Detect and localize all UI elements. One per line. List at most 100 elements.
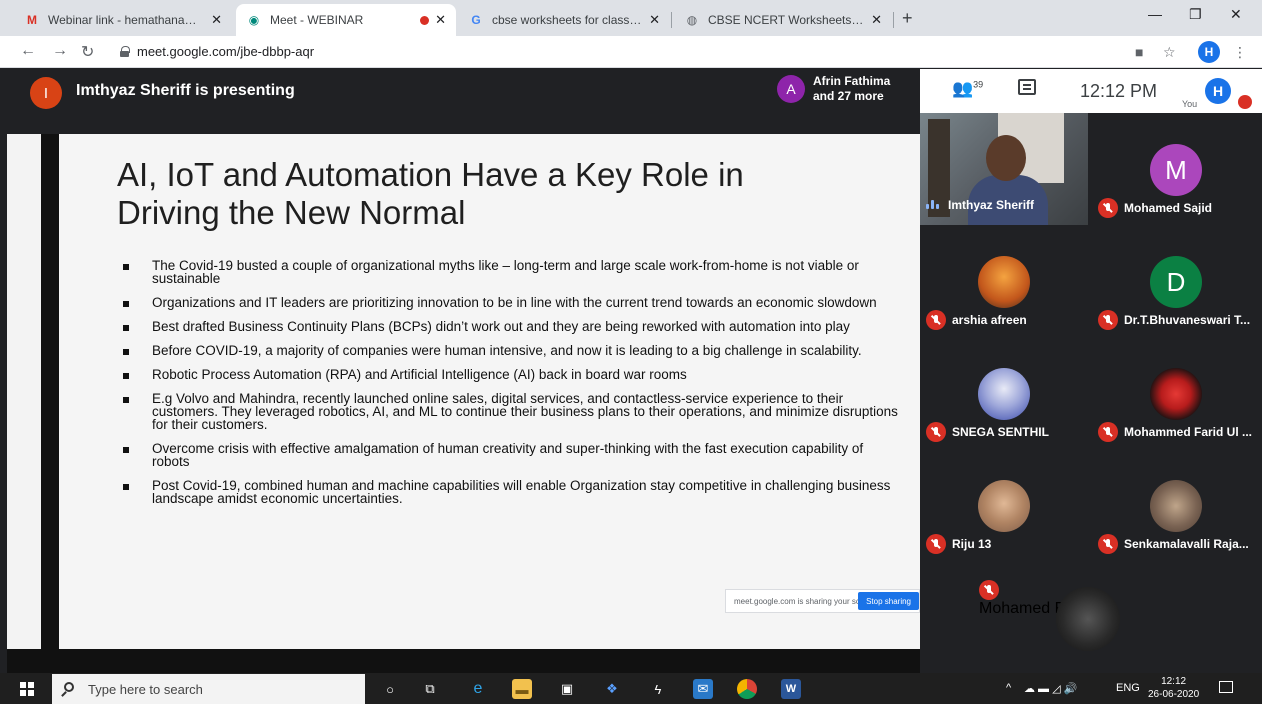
chat-icon[interactable] — [1018, 79, 1036, 95]
minimize-button[interactable]: — — [1148, 6, 1162, 22]
language-indicator[interactable]: ENG — [1116, 682, 1140, 694]
participant-label: Imthyaz Sheriff — [926, 198, 1034, 212]
tab-title: CBSE NCERT Worksheets for Clas — [708, 13, 865, 27]
bullet-item: Overcome crisis with effective amalgamat… — [114, 442, 904, 468]
clock-time: 12:12 — [1161, 676, 1187, 687]
mail-icon[interactable]: ✉ — [693, 679, 713, 699]
cam-head — [986, 135, 1026, 181]
profile-avatar[interactable]: H — [1198, 41, 1220, 63]
participant-tile[interactable]: Senkamalavalli Raja... — [1092, 449, 1260, 561]
bookmark-star-icon[interactable]: ☆ — [1163, 44, 1176, 61]
close-icon[interactable]: ✕ — [871, 12, 882, 28]
participant-tile[interactable]: Mohamed Fazil — [979, 580, 1199, 673]
participant-photo — [1056, 587, 1120, 651]
participant-photo — [1150, 480, 1202, 532]
mic-off-icon — [1098, 422, 1118, 442]
sharing-notice-text: meet.google.com is sharing your screen. — [734, 596, 879, 606]
joiner-more: and 27 more — [813, 89, 884, 103]
recording-icon — [420, 15, 430, 25]
tab-separator — [671, 12, 672, 28]
bullet-item: Organizations and IT leaders are priorit… — [114, 296, 904, 309]
participant-tile[interactable]: Imthyaz Sheriff — [920, 113, 1088, 225]
clock-date: 26-06-2020 — [1148, 689, 1200, 700]
web-icon: ◍ — [686, 13, 698, 27]
participant-avatar: D — [1150, 256, 1202, 308]
close-icon[interactable]: ✕ — [211, 12, 222, 28]
dropbox-icon[interactable]: ❖ — [602, 679, 622, 699]
gmail-icon: M — [27, 13, 37, 27]
word-icon[interactable]: W — [781, 679, 801, 699]
url-text: meet.google.com/jbe-dbbp-aqr — [137, 44, 315, 59]
participant-label: Riju 13 — [926, 534, 991, 554]
bullet-item: The Covid-19 busted a couple of organiza… — [114, 259, 904, 285]
file-explorer-icon[interactable]: ▬ — [512, 679, 532, 699]
participant-label: arshia afreen — [926, 310, 1027, 330]
close-icon[interactable]: ✕ — [435, 12, 446, 28]
camera-icon[interactable]: ■ — [1135, 44, 1143, 60]
address-bar-row: ← → ↻ meet.google.com/jbe-dbbp-aqr ■ ☆ ⋮ — [0, 36, 1262, 68]
lock-icon — [120, 46, 130, 57]
joiner-name: Afrin Fathima — [813, 74, 891, 88]
store-icon[interactable]: ▣ — [557, 679, 577, 699]
new-tab-button[interactable]: + — [902, 8, 913, 29]
app-icon[interactable]: ϟ — [648, 679, 668, 699]
system-clock[interactable]: 12:12 26-06-2020 — [1148, 675, 1199, 701]
participant-label: Dr.T.Bhuvaneswari T... — [1098, 310, 1250, 330]
stop-sharing-button[interactable]: Stop sharing — [858, 592, 919, 610]
participant-tile[interactable]: Mohammed Farid Ul ... — [1092, 337, 1260, 449]
joiners-notice[interactable]: A Afrin Fathima and 27 more — [777, 74, 890, 104]
mic-off-icon — [926, 534, 946, 554]
reload-button[interactable]: ↻ — [81, 42, 94, 62]
back-button[interactable]: ← — [20, 42, 36, 60]
participant-tile[interactable]: SNEGA SENTHIL — [920, 337, 1088, 449]
windows-taskbar: Type here to search ○ ⧉ e ▬ ▣ ❖ ϟ ✉ W ^ … — [0, 673, 1262, 704]
people-icon: 👥 — [952, 79, 974, 98]
sharing-notice: meet.google.com is sharing your screen. … — [725, 589, 920, 613]
people-button[interactable]: 👥39 — [952, 79, 983, 99]
show-hidden-icons[interactable]: ^ — [1006, 682, 1011, 694]
participant-tile[interactable]: D Dr.T.Bhuvaneswari T... — [1092, 225, 1260, 337]
self-avatar[interactable]: H — [1205, 78, 1231, 104]
mic-off-icon — [926, 310, 946, 330]
screen: M Webinar link - hemathanam@gm ✕ ◉ Meet … — [0, 0, 1262, 704]
participant-tile[interactable]: Riju 13 — [920, 449, 1088, 561]
chrome-icon[interactable] — [737, 679, 757, 699]
presenter-avatar: I — [30, 77, 62, 109]
cortana-icon[interactable]: ○ — [380, 679, 400, 699]
participant-avatar: M — [1150, 144, 1202, 196]
participant-tile[interactable]: arshia afreen — [920, 225, 1088, 337]
edge-icon[interactable]: e — [468, 679, 488, 699]
url-field[interactable]: meet.google.com/jbe-dbbp-aqr — [120, 44, 314, 59]
tab-gmail[interactable]: M Webinar link - hemathanam@gm ✕ — [14, 4, 232, 36]
task-view-icon[interactable]: ⧉ — [420, 679, 440, 699]
tray-icons[interactable]: ☁ ▬ ◿ 🔊 — [1024, 682, 1077, 695]
meeting-time: 12:12 PM — [1080, 81, 1158, 101]
notifications-icon[interactable] — [1219, 681, 1233, 693]
tab-cbse[interactable]: ◍ CBSE NCERT Worksheets for Clas ✕ — [674, 4, 892, 36]
participant-label: Mohamed Sajid — [1098, 198, 1212, 218]
search-placeholder: Type here to search — [88, 681, 203, 697]
tab-meet[interactable]: ◉ Meet - WEBINAR ✕ — [236, 4, 456, 36]
participants-grid: Imthyaz Sheriff M Mohamed Sajid arshia a… — [920, 113, 1262, 673]
participant-name: Riju 13 — [952, 537, 992, 551]
meet-top-bar: 👥39 12:12 PM You H — [920, 69, 1262, 113]
participant-name: arshia afreen — [952, 313, 1027, 327]
tab-google-search[interactable]: G cbse worksheets for class 2 - Goo ✕ — [458, 4, 670, 36]
menu-icon[interactable]: ⋮ — [1233, 44, 1247, 61]
participant-name: Mohammed Farid Ul ... — [1124, 425, 1253, 439]
bullet-item: E.g Volvo and Mahindra, recently launche… — [114, 392, 904, 431]
mic-off-icon — [1098, 310, 1118, 330]
forward-button[interactable]: → — [52, 42, 68, 60]
participant-label: Mohammed Farid Ul ... — [1098, 422, 1252, 442]
meet-icon: ◉ — [248, 13, 260, 27]
participant-tile[interactable]: M Mohamed Sajid — [1092, 113, 1260, 225]
close-icon[interactable]: ✕ — [649, 12, 660, 28]
mic-off-icon — [1098, 198, 1118, 218]
restore-button[interactable]: ❐ — [1189, 6, 1202, 23]
taskbar-search[interactable]: Type here to search — [52, 674, 365, 704]
close-window-button[interactable]: ✕ — [1230, 6, 1242, 23]
participant-photo — [978, 368, 1030, 420]
windows-start-icon[interactable] — [20, 682, 34, 696]
shared-screen: AI, IoT and Automation Have a Key Role i… — [7, 134, 920, 649]
bullet-item: Best drafted Business Continuity Plans (… — [114, 320, 904, 333]
